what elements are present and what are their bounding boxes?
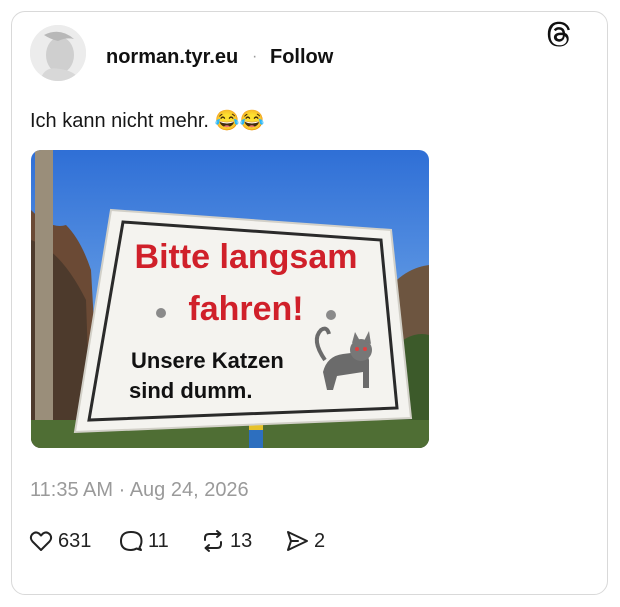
threads-logo-icon[interactable] — [545, 20, 575, 50]
sign-line-4: sind dumm. — [129, 378, 252, 403]
share-button[interactable]: 2 — [284, 528, 325, 554]
heart-icon — [29, 531, 53, 551]
repost-icon — [204, 530, 222, 552]
reply-button[interactable]: 11 — [118, 528, 169, 554]
reply-count: 11 — [148, 529, 169, 552]
post-timestamp: 11:35 AM · Aug 24, 2026 — [30, 479, 249, 501]
repost-button[interactable]: 13 — [200, 528, 252, 554]
avatar[interactable] — [30, 25, 86, 81]
sign-line-2: fahren! — [188, 290, 303, 328]
separator-dot: · — [252, 48, 258, 65]
comment-icon — [120, 531, 143, 551]
like-count: 631 — [58, 529, 92, 552]
share-count: 2 — [314, 529, 326, 552]
username-link[interactable]: norman.tyr.eu — [106, 46, 238, 69]
sign-line-1: Bitte langsam — [135, 238, 358, 276]
follow-button[interactable]: Follow — [270, 46, 333, 69]
like-button[interactable]: 631 — [28, 528, 91, 554]
sign-line-3: Unsere Katzen — [131, 348, 284, 373]
post-text: Ich kann nicht mehr. 😂😂 — [30, 110, 265, 132]
repost-count: 13 — [230, 529, 253, 552]
post-photo[interactable]: Bitte langsam fahren! Unsere Katzen sind… — [31, 150, 429, 448]
send-icon — [287, 531, 308, 551]
